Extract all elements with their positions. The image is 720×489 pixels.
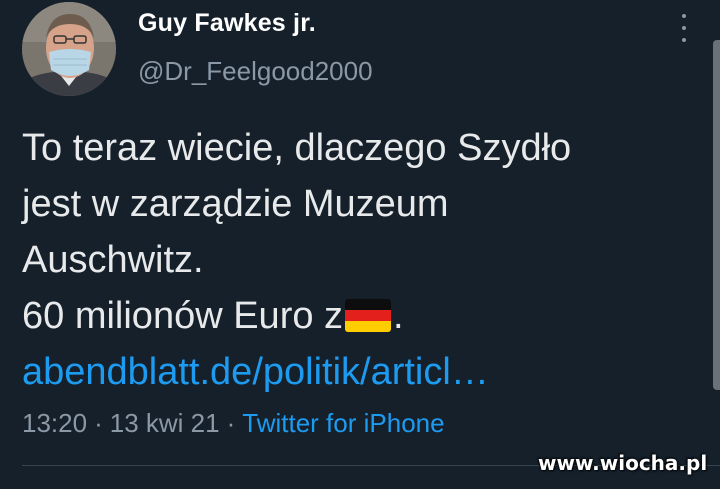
profile-photo-icon — [22, 2, 116, 96]
scrollbar[interactable] — [713, 40, 720, 390]
germany-flag-icon — [345, 299, 392, 332]
tweet-date[interactable]: 13 kwi 21 — [110, 408, 220, 438]
watermark: www.wiocha.pl — [538, 451, 708, 475]
tweet-text-line: jest w zarządzie Muzeum — [22, 183, 449, 225]
meta-separator: · — [226, 408, 236, 438]
more-dot — [682, 26, 686, 30]
tweet-link[interactable]: abendblatt.de/politik/articl… — [22, 350, 489, 394]
author-name[interactable]: Guy Fawkes jr. — [138, 9, 316, 38]
author-avatar[interactable] — [22, 2, 116, 96]
more-dot — [682, 14, 686, 18]
tweet-text-period: . — [393, 295, 404, 337]
more-dot — [682, 38, 686, 42]
author-handle[interactable]: @Dr_Feelgood2000 — [138, 56, 373, 87]
more-vertical-icon[interactable] — [672, 14, 696, 42]
tweet-source[interactable]: Twitter for iPhone — [242, 408, 444, 438]
tweet-text-line: To teraz wiecie, dlaczego Szydło — [22, 127, 572, 169]
tweet-text-line: 60 milionów Euro z. — [22, 294, 404, 338]
tweet-text-line: Auschwitz. — [22, 239, 204, 281]
tweet-time[interactable]: 13:20 — [22, 408, 87, 438]
tweet: Guy Fawkes jr. @Dr_Feelgood2000 To teraz… — [0, 0, 720, 489]
meta-separator: · — [94, 408, 103, 438]
tweet-text-fragment: 60 milionów Euro z — [22, 295, 344, 337]
tweet-meta: 13:20 · 13 kwi 21 · Twitter for iPhone — [22, 407, 445, 439]
